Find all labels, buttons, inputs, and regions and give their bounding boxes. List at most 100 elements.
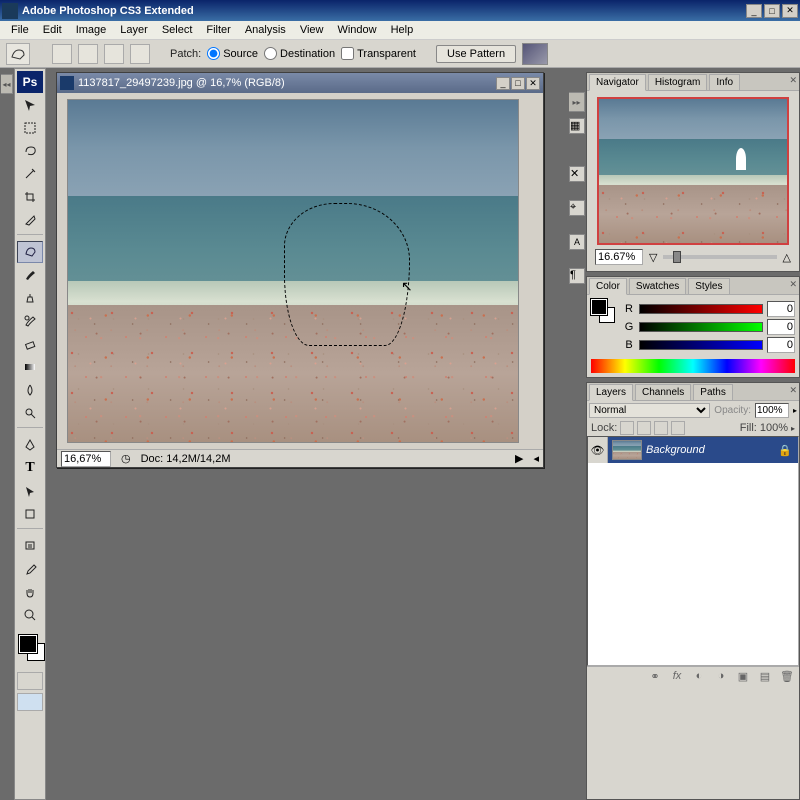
fill-field[interactable]: 100% <box>760 422 788 434</box>
tab-swatches[interactable]: Swatches <box>629 278 686 294</box>
delete-layer-icon[interactable]: 🗑 <box>779 670 795 684</box>
doc-maximize-button[interactable]: □ <box>511 77 525 90</box>
r-value[interactable]: 0 <box>767 301 795 317</box>
b-value[interactable]: 0 <box>767 337 795 353</box>
ps-logo-icon[interactable]: Ps <box>17 71 43 93</box>
opacity-arrow-icon[interactable]: ▸ <box>793 406 797 415</box>
pen-tool[interactable] <box>17 434 43 456</box>
navigator-zoom-field[interactable]: 16.67% <box>595 249 643 265</box>
r-slider[interactable] <box>639 304 763 314</box>
menu-layer[interactable]: Layer <box>113 22 155 38</box>
new-selection-icon[interactable] <box>52 44 72 64</box>
layer-mask-icon[interactable]: ◐ <box>691 670 707 684</box>
tab-layers[interactable]: Layers <box>589 384 633 401</box>
tab-navigator[interactable]: Navigator <box>589 74 646 91</box>
screen-mode-toggle[interactable] <box>17 693 43 711</box>
menu-view[interactable]: View <box>293 22 331 38</box>
lasso-tool[interactable] <box>17 140 43 162</box>
use-pattern-button[interactable]: Use Pattern <box>436 45 516 63</box>
blend-mode-select[interactable]: Normal <box>589 403 710 418</box>
tab-paths[interactable]: Paths <box>693 384 733 400</box>
type-tool[interactable]: T <box>17 457 43 479</box>
menu-image[interactable]: Image <box>69 22 114 38</box>
menu-select[interactable]: Select <box>155 22 200 38</box>
gradient-tool[interactable] <box>17 356 43 378</box>
maximize-button[interactable]: □ <box>764 4 780 18</box>
toolbox-collapse-toggle[interactable]: ◂◂ <box>1 74 13 94</box>
scroll-left-icon[interactable]: ◂ <box>533 452 539 465</box>
transparent-checkbox[interactable]: Transparent <box>341 47 416 60</box>
path-selection-tool[interactable] <box>17 480 43 502</box>
patch-tool[interactable] <box>17 241 43 263</box>
layer-fx-icon[interactable]: fx <box>669 670 685 684</box>
current-tool-icon[interactable] <box>6 43 30 65</box>
g-value[interactable]: 0 <box>767 319 795 335</box>
hand-tool[interactable] <box>17 581 43 603</box>
minimize-button[interactable]: _ <box>746 4 762 18</box>
link-layers-icon[interactable]: ⚭ <box>647 670 663 684</box>
statusbar-menu-arrow-icon[interactable]: ▶ <box>515 452 523 465</box>
layer-thumbnail[interactable] <box>612 440 642 460</box>
menu-file[interactable]: File <box>4 22 36 38</box>
crop-tool[interactable] <box>17 186 43 208</box>
menu-window[interactable]: Window <box>330 22 383 38</box>
dock-icon-para[interactable]: ¶ <box>569 268 585 284</box>
history-brush-tool[interactable] <box>17 310 43 332</box>
zoom-tool[interactable] <box>17 604 43 626</box>
layer-row[interactable]: 👁 Background 🔒 <box>588 437 798 463</box>
document-canvas[interactable]: ↖ <box>67 99 519 443</box>
menu-filter[interactable]: Filter <box>199 22 237 38</box>
dock-icon-char[interactable]: A <box>569 234 585 250</box>
zoom-in-icon[interactable]: △ <box>783 251 791 264</box>
new-layer-icon[interactable]: ▤ <box>757 670 773 684</box>
lock-position-icon[interactable] <box>654 421 668 435</box>
blur-tool[interactable] <box>17 379 43 401</box>
dock-icon-brush[interactable]: ⌖ <box>569 200 585 216</box>
zoom-field[interactable]: 16,67% <box>61 451 111 467</box>
tab-color[interactable]: Color <box>589 278 627 295</box>
color-spectrum[interactable] <box>591 359 795 373</box>
patch-source-radio[interactable]: Source <box>207 47 258 60</box>
panels-collapse-toggle[interactable]: ▸▸ <box>569 92 585 112</box>
dock-icon-1[interactable]: ▦ <box>569 118 585 134</box>
lock-transparency-icon[interactable] <box>620 421 634 435</box>
navigator-zoom-slider[interactable] <box>663 255 776 259</box>
eyedropper-tool[interactable] <box>17 558 43 580</box>
layer-group-icon[interactable]: ▣ <box>735 670 751 684</box>
zoom-out-icon[interactable]: ▽ <box>649 251 657 264</box>
layer-visibility-icon[interactable]: 👁 <box>588 437 608 463</box>
color-panel-swatches[interactable] <box>591 299 617 325</box>
layers-close-icon[interactable]: ✕ <box>789 385 797 396</box>
menu-help[interactable]: Help <box>384 22 421 38</box>
clone-stamp-tool[interactable] <box>17 287 43 309</box>
slice-tool[interactable] <box>17 209 43 231</box>
quick-mask-toggle[interactable] <box>17 672 43 690</box>
b-slider[interactable] <box>639 340 763 350</box>
pattern-swatch[interactable] <box>522 43 548 65</box>
brush-tool[interactable] <box>17 264 43 286</box>
fill-arrow-icon[interactable]: ▸ <box>791 424 795 433</box>
g-slider[interactable] <box>639 322 763 332</box>
lock-all-icon[interactable] <box>671 421 685 435</box>
foreground-color-swatch[interactable] <box>19 635 37 653</box>
move-tool[interactable] <box>17 94 43 116</box>
adjustment-layer-icon[interactable]: ◑ <box>713 670 729 684</box>
magic-wand-tool[interactable] <box>17 163 43 185</box>
dodge-tool[interactable] <box>17 402 43 424</box>
shape-tool[interactable] <box>17 503 43 525</box>
notes-tool[interactable] <box>17 535 43 557</box>
subtract-selection-icon[interactable] <box>104 44 124 64</box>
lock-pixels-icon[interactable] <box>637 421 651 435</box>
doc-minimize-button[interactable]: _ <box>496 77 510 90</box>
navigator-close-icon[interactable]: ✕ <box>789 75 797 86</box>
tab-styles[interactable]: Styles <box>688 278 729 294</box>
marquee-tool[interactable] <box>17 117 43 139</box>
color-swatches[interactable] <box>17 633 43 667</box>
tab-info[interactable]: Info <box>709 74 740 90</box>
doc-close-button[interactable]: ✕ <box>526 77 540 90</box>
close-button[interactable]: ✕ <box>782 4 798 18</box>
layer-name[interactable]: Background <box>646 444 778 456</box>
color-close-icon[interactable]: ✕ <box>789 279 797 290</box>
tab-histogram[interactable]: Histogram <box>648 74 708 90</box>
menu-edit[interactable]: Edit <box>36 22 69 38</box>
